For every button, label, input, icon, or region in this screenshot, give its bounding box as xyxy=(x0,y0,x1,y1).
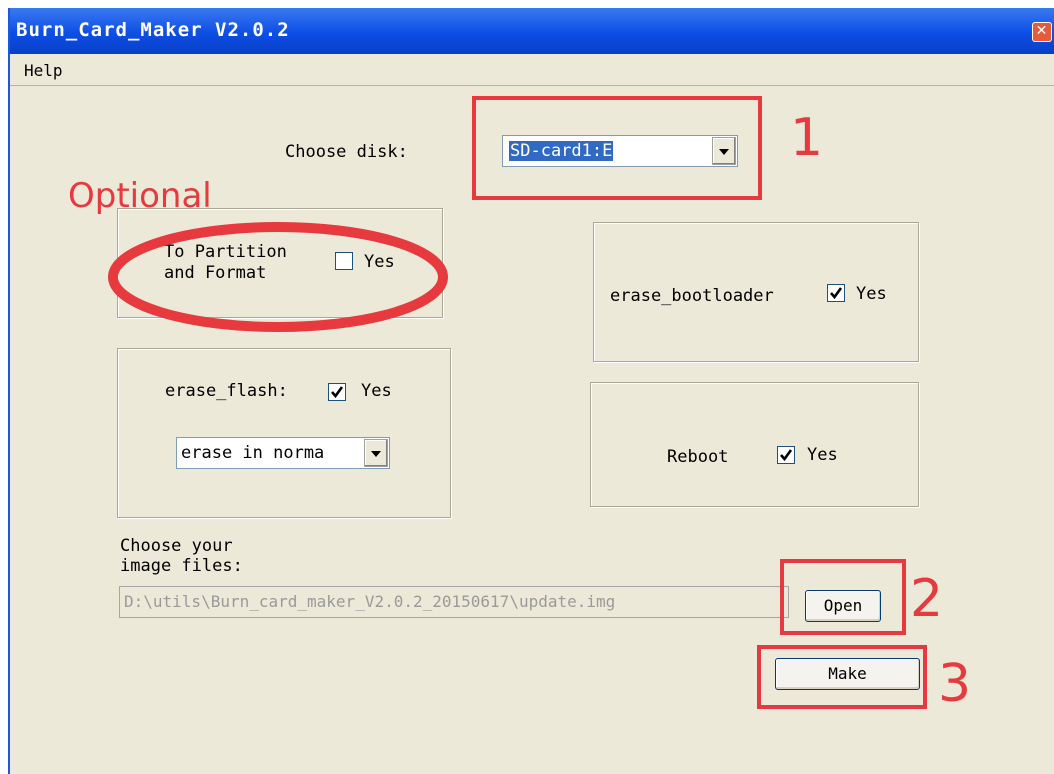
annotation-step1-number: 1 xyxy=(790,108,824,168)
annotation-ellipse xyxy=(108,222,448,332)
close-icon[interactable]: ✕ xyxy=(1032,22,1052,42)
reboot-group: Reboot Yes xyxy=(590,382,919,507)
annotation-step3-number: 3 xyxy=(938,654,972,714)
reboot-yes-label: Yes xyxy=(807,445,838,465)
erase-flash-yes-label: Yes xyxy=(361,381,392,401)
erase-flash-label: erase_flash: xyxy=(165,381,288,401)
chevron-down-icon[interactable] xyxy=(364,439,388,467)
menu-help[interactable]: Help xyxy=(24,61,63,80)
checkmark-icon xyxy=(331,386,344,399)
app-window: Burn_Card_Maker V2.0.2 ✕ Help Choose dis… xyxy=(8,8,1054,774)
checkmark-icon xyxy=(830,287,843,300)
erase-bootloader-label: erase_bootloader xyxy=(610,286,774,306)
annotation-step2-number: 2 xyxy=(910,569,944,629)
annotation-box-step1 xyxy=(472,96,762,200)
annotation-box-step2 xyxy=(780,559,906,635)
image-path-field[interactable]: D:\utils\Burn_card_maker_V2.0.2_20150617… xyxy=(119,586,789,618)
reboot-checkbox[interactable] xyxy=(777,446,795,464)
choose-disk-label: Choose disk: xyxy=(285,142,408,162)
window-title: Burn_Card_Maker V2.0.2 xyxy=(16,19,290,41)
annotation-optional-label: Optional xyxy=(68,176,212,216)
erase-bootloader-group: erase_bootloader Yes xyxy=(593,222,919,362)
erase-mode-select-value: erase in norma xyxy=(181,443,325,463)
erase-bootloader-yes-label: Yes xyxy=(856,284,887,304)
title-bar: Burn_Card_Maker V2.0.2 ✕ xyxy=(10,8,1054,54)
erase-mode-select[interactable]: erase in norma xyxy=(176,437,390,469)
erase-flash-group: erase_flash: Yes erase in norma xyxy=(117,348,451,518)
erase-flash-checkbox[interactable] xyxy=(328,383,346,401)
image-files-label-line1: Choose your xyxy=(120,536,233,556)
annotation-box-step3 xyxy=(757,645,927,709)
image-files-label-line2: image files: xyxy=(120,556,243,576)
reboot-label: Reboot xyxy=(667,447,729,467)
checkmark-icon xyxy=(780,449,793,462)
menu-bar: Help xyxy=(10,54,1054,86)
erase-bootloader-checkbox[interactable] xyxy=(827,284,845,302)
